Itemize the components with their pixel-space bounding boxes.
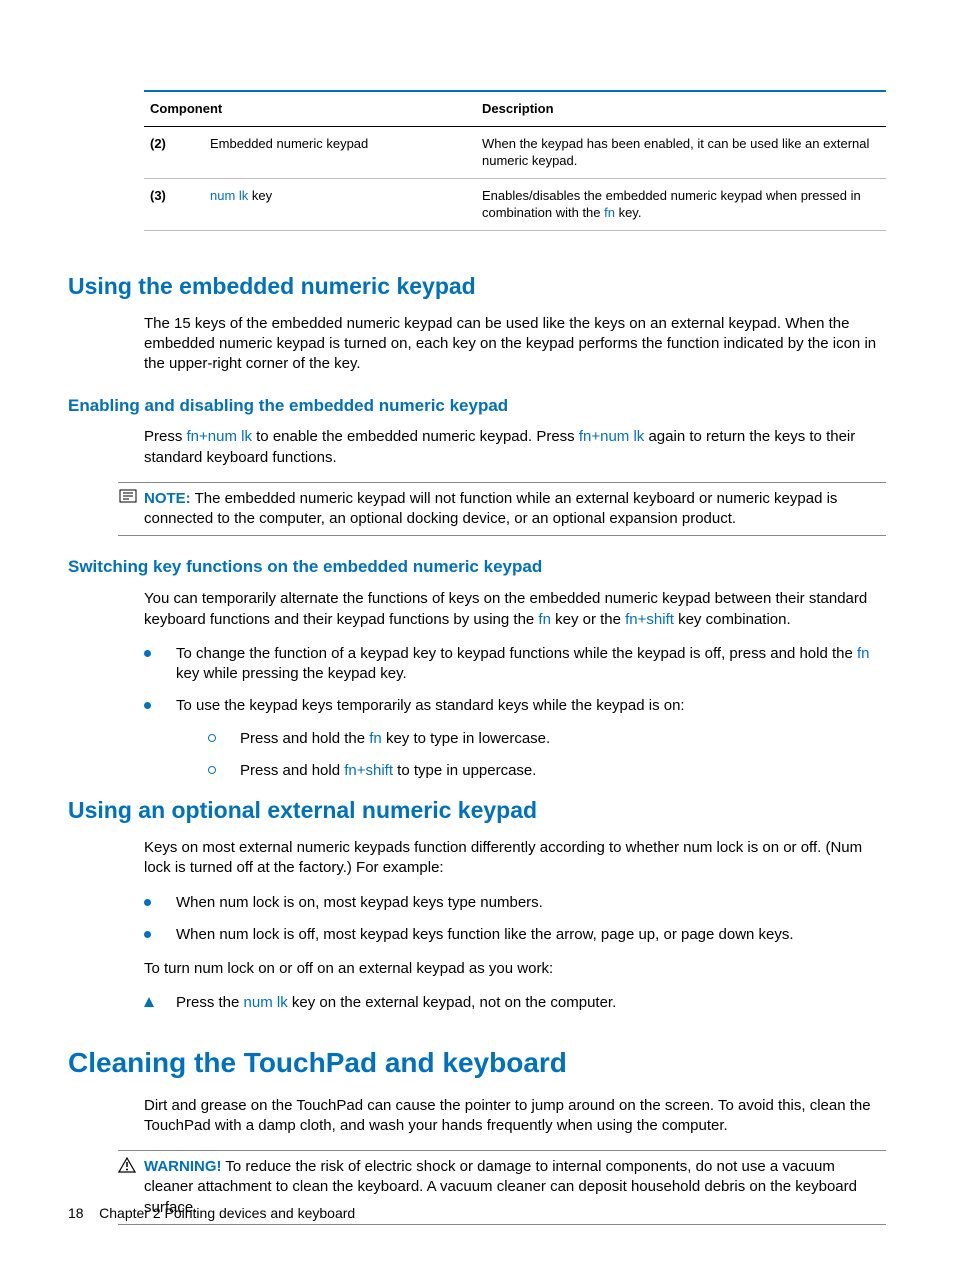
th-description: Description [476, 91, 886, 126]
heading-external-keypad: Using an optional external numeric keypa… [68, 795, 886, 826]
list-item: Press and hold the fn key to type in low… [208, 729, 886, 749]
list-item: To use the keypad keys temporarily as st… [144, 696, 886, 781]
table-row: (2) Embedded numeric keypad When the key… [144, 126, 886, 178]
key-numlk: num lk [244, 994, 288, 1011]
paragraph: Dirt and grease on the TouchPad can caus… [144, 1096, 886, 1137]
warning-label: WARNING! [144, 1158, 222, 1175]
warning-icon [118, 1157, 144, 1173]
list-item: When num lock is off, most keypad keys f… [144, 925, 886, 945]
key-fn-shift: fn+shift [625, 611, 674, 628]
note-icon [118, 489, 138, 510]
heading-cleaning: Cleaning the TouchPad and keyboard [68, 1044, 886, 1082]
paragraph: To turn num lock on or off on an externa… [144, 959, 886, 979]
chapter-title: Chapter 2 Pointing devices and keyboard [99, 1205, 355, 1221]
list-item: When num lock is on, most keypad keys ty… [144, 893, 886, 913]
row-component: num lk key [204, 178, 476, 230]
row-index: (2) [144, 126, 204, 178]
bullet-list: To change the function of a keypad key t… [144, 644, 886, 781]
key-fn: fn [857, 645, 870, 662]
component-table: Component Description (2) Embedded numer… [144, 90, 886, 231]
paragraph: Keys on most external numeric keypads fu… [144, 838, 886, 879]
note-callout: NOTE: The embedded numeric keypad will n… [118, 482, 886, 537]
row-description: Enables/disables the embedded numeric ke… [476, 178, 886, 230]
sub-bullet-list: Press and hold the fn key to type in low… [208, 729, 886, 782]
key-fn-numlk: fn+num lk [579, 428, 644, 445]
row-component: Embedded numeric keypad [204, 126, 476, 178]
page-number: 18 [68, 1205, 84, 1221]
heading-using-embedded-keypad: Using the embedded numeric keypad [68, 271, 886, 302]
paragraph: You can temporarily alternate the functi… [144, 589, 886, 630]
paragraph: The 15 keys of the embedded numeric keyp… [144, 314, 886, 375]
document-page: Component Description (2) Embedded numer… [0, 0, 954, 1283]
list-item: Press and hold fn+shift to type in upper… [208, 761, 886, 781]
paragraph: Press fn+num lk to enable the embedded n… [144, 427, 886, 468]
list-item: To change the function of a keypad key t… [144, 644, 886, 685]
th-component: Component [144, 91, 476, 126]
list-item: Press the num lk key on the external key… [144, 993, 886, 1013]
key-fn-numlk: fn+num lk [187, 428, 252, 445]
row-index: (3) [144, 178, 204, 230]
key-fn-shift: fn+shift [344, 762, 393, 779]
heading-switching-functions: Switching key functions on the embedded … [68, 556, 886, 579]
key-fn: fn [538, 611, 551, 628]
row-description: When the keypad has been enabled, it can… [476, 126, 886, 178]
note-label: NOTE: [144, 490, 191, 507]
triangle-bullet-list: Press the num lk key on the external key… [144, 993, 886, 1013]
key-fn: fn [369, 730, 382, 747]
page-footer: 18 Chapter 2 Pointing devices and keyboa… [68, 1204, 355, 1223]
heading-enabling-disabling: Enabling and disabling the embedded nume… [68, 395, 886, 418]
bullet-list: When num lock is on, most keypad keys ty… [144, 893, 886, 946]
note-text: The embedded numeric keypad will not fun… [144, 490, 837, 527]
table-row: (3) num lk key Enables/disables the embe… [144, 178, 886, 230]
